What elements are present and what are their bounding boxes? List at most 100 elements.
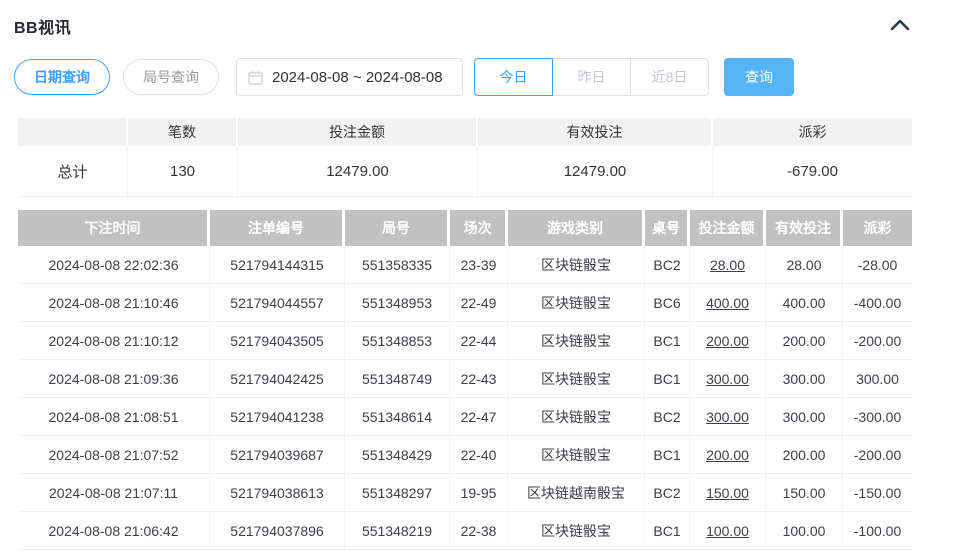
table-row: 2024-08-08 21:08:51521794041238551348614… [18, 398, 912, 436]
session-cell: 22-49 [450, 284, 508, 321]
summary-column-header: 派彩 [713, 118, 912, 146]
column-header: 派彩 [843, 210, 912, 246]
summary-column-header: 有效投注 [478, 118, 713, 146]
summary-value: 总计 [18, 146, 128, 196]
bet-time-cell: 2024-08-08 22:02:36 [18, 246, 210, 283]
game-type-cell: 区块链骰宝 [508, 246, 645, 283]
column-header: 场次 [450, 210, 508, 246]
round-id-cell: 551348749 [345, 360, 450, 397]
filter-toolbar: 日期查询 局号查询 2024-08-08 ~ 2024-08-08 今日 昨日 … [14, 58, 956, 96]
calendar-icon [248, 70, 263, 85]
quick-yesterday-button[interactable]: 昨日 [552, 58, 631, 96]
valid-bet-cell: 300.00 [766, 360, 843, 397]
bet-amount-link[interactable]: 400.00 [690, 284, 766, 321]
summary-total-row: 总计13012479.0012479.00-679.00 [18, 146, 912, 197]
summary-header-row: 笔数投注金额有效投注派彩 [18, 118, 912, 146]
date-range-input[interactable]: 2024-08-08 ~ 2024-08-08 [236, 58, 463, 96]
table-row: 2024-08-08 21:06:42521794037896551348219… [18, 512, 912, 550]
session-cell: 19-95 [450, 474, 508, 511]
table-row: 2024-08-08 21:09:36521794042425551348749… [18, 360, 912, 398]
table-row: 2024-08-08 21:10:46521794044557551348953… [18, 284, 912, 322]
round-id-cell: 551348953 [345, 284, 450, 321]
summary-table: 笔数投注金额有效投注派彩 总计13012479.0012479.00-679.0… [18, 118, 912, 197]
round-id-cell: 551348614 [345, 398, 450, 435]
bet-time-cell: 2024-08-08 21:07:52 [18, 436, 210, 473]
order-id-cell: 521794144315 [210, 246, 345, 283]
payout-cell: -200.00 [843, 322, 912, 359]
valid-bet-cell: 200.00 [766, 436, 843, 473]
collapse-panel-button[interactable] [888, 17, 912, 36]
session-cell: 22-43 [450, 360, 508, 397]
game-type-cell: 区块链骰宝 [508, 284, 645, 321]
valid-bet-cell: 300.00 [766, 398, 843, 435]
table-id-cell: BC2 [645, 398, 690, 435]
bet-time-cell: 2024-08-08 21:10:12 [18, 322, 210, 359]
payout-cell: -100.00 [843, 512, 912, 549]
summary-column-header: 投注金额 [238, 118, 478, 146]
bet-time-cell: 2024-08-08 21:10:46 [18, 284, 210, 321]
order-id-cell: 521794038613 [210, 474, 345, 511]
session-cell: 22-40 [450, 436, 508, 473]
table-id-cell: BC1 [645, 322, 690, 359]
order-id-cell: 521794043505 [210, 322, 345, 359]
valid-bet-cell: 100.00 [766, 512, 843, 549]
bet-amount-link[interactable]: 100.00 [690, 512, 766, 549]
table-row: 2024-08-08 21:07:11521794038613551348297… [18, 474, 912, 512]
game-type-cell: 区块链骰宝 [508, 398, 645, 435]
column-header: 下注时间 [18, 210, 210, 246]
bet-amount-link[interactable]: 28.00 [690, 246, 766, 283]
bets-table: 下注时间注单编号局号场次游戏类别桌号投注金额有效投注派彩 2024-08-08 … [18, 210, 912, 550]
table-id-cell: BC6 [645, 284, 690, 321]
panel-titlebar: BB视讯 [0, 0, 956, 36]
round-query-tab[interactable]: 局号查询 [123, 59, 219, 95]
bet-amount-link[interactable]: 300.00 [690, 398, 766, 435]
summary-column-header [18, 118, 128, 146]
bet-amount-link[interactable]: 150.00 [690, 474, 766, 511]
game-type-cell: 区块链骰宝 [508, 322, 645, 359]
payout-cell: -400.00 [843, 284, 912, 321]
session-cell: 22-38 [450, 512, 508, 549]
column-header: 有效投注 [766, 210, 843, 246]
bet-time-cell: 2024-08-08 21:08:51 [18, 398, 210, 435]
payout-cell: -150.00 [843, 474, 912, 511]
bet-amount-link[interactable]: 200.00 [690, 436, 766, 473]
quick-last8days-button[interactable]: 近8日 [630, 58, 709, 96]
bet-amount-link[interactable]: 200.00 [690, 322, 766, 359]
table-id-cell: BC2 [645, 246, 690, 283]
search-button[interactable]: 查询 [724, 58, 794, 96]
bets-table-header: 下注时间注单编号局号场次游戏类别桌号投注金额有效投注派彩 [18, 210, 912, 246]
date-range-value: 2024-08-08 ~ 2024-08-08 [272, 69, 443, 86]
table-row: 2024-08-08 21:07:52521794039687551348429… [18, 436, 912, 474]
session-cell: 22-47 [450, 398, 508, 435]
payout-cell: 300.00 [843, 360, 912, 397]
table-row: 2024-08-08 22:02:36521794144315551358335… [18, 246, 912, 284]
game-type-cell: 区块链骰宝 [508, 436, 645, 473]
bet-time-cell: 2024-08-08 21:06:42 [18, 512, 210, 549]
column-header: 注单编号 [210, 210, 345, 246]
page-title: BB视讯 [14, 14, 71, 38]
payout-cell: -28.00 [843, 246, 912, 283]
column-header: 桌号 [645, 210, 690, 246]
summary-payout-value: -679.00 [713, 146, 912, 196]
game-type-cell: 区块链骰宝 [508, 512, 645, 549]
round-id-cell: 551348297 [345, 474, 450, 511]
valid-bet-cell: 200.00 [766, 322, 843, 359]
date-query-tab[interactable]: 日期查询 [14, 59, 110, 95]
round-id-cell: 551358335 [345, 246, 450, 283]
round-id-cell: 551348429 [345, 436, 450, 473]
session-cell: 23-39 [450, 246, 508, 283]
summary-value: 12479.00 [478, 146, 713, 196]
order-id-cell: 521794044557 [210, 284, 345, 321]
valid-bet-cell: 400.00 [766, 284, 843, 321]
table-id-cell: BC1 [645, 436, 690, 473]
bet-amount-link[interactable]: 300.00 [690, 360, 766, 397]
round-id-cell: 551348219 [345, 512, 450, 549]
game-type-cell: 区块链越南骰宝 [508, 474, 645, 511]
quick-today-button[interactable]: 今日 [474, 58, 553, 96]
order-id-cell: 521794042425 [210, 360, 345, 397]
round-id-cell: 551348853 [345, 322, 450, 359]
payout-cell: -200.00 [843, 436, 912, 473]
bets-table-body: 2024-08-08 22:02:36521794144315551358335… [18, 246, 912, 550]
game-type-cell: 区块链骰宝 [508, 360, 645, 397]
valid-bet-cell: 28.00 [766, 246, 843, 283]
